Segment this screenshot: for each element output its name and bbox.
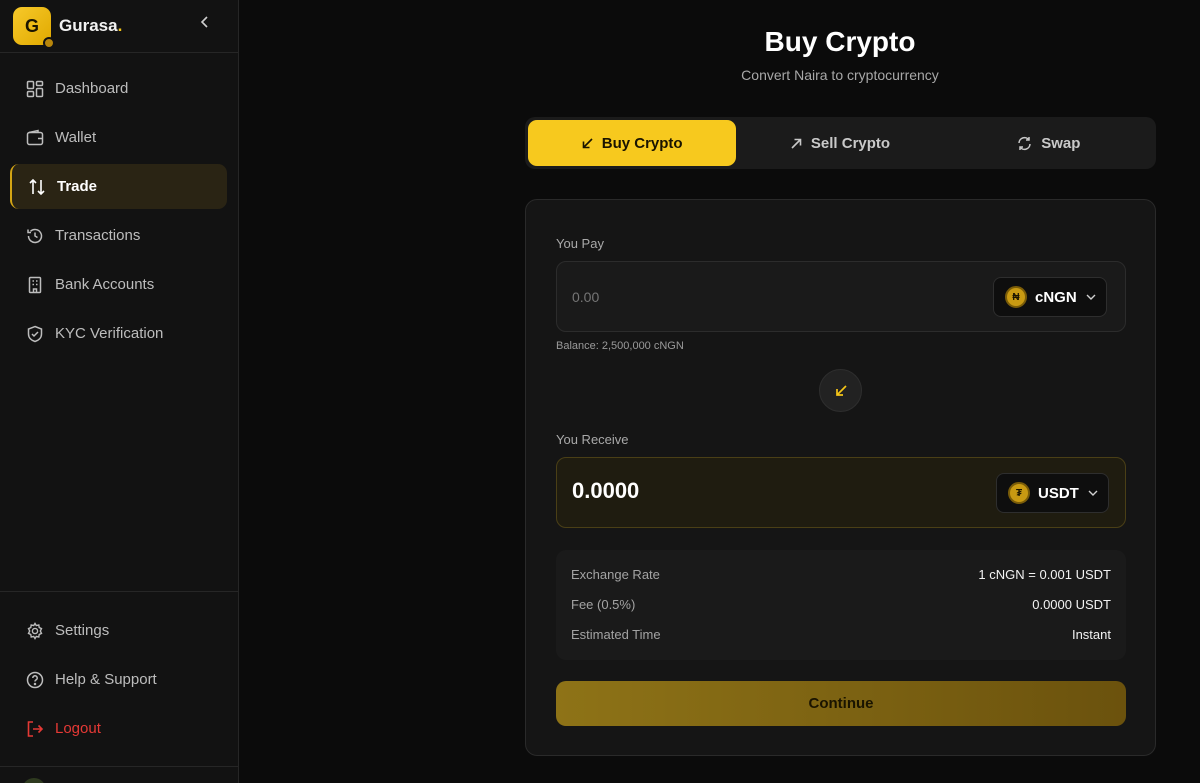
naira-coin-icon: ₦ (1005, 286, 1027, 308)
refresh-icon (1017, 136, 1032, 151)
brand-header: G Gurasa. (0, 0, 238, 53)
trade-card: You Pay ₦ cNGN Balance: 2,500,000 cNGN Y… (525, 199, 1156, 756)
brand-name-text: Gurasa (59, 16, 118, 35)
sidebar-item-label: Help & Support (55, 671, 157, 688)
brand-logo[interactable]: G (13, 7, 55, 49)
you-receive-label: You Receive (556, 432, 629, 447)
sidebar-item-help-support[interactable]: Help & Support (10, 657, 227, 702)
you-pay-label: You Pay (556, 236, 604, 251)
sidebar-item-label: KYC Verification (55, 325, 164, 342)
summary-key: Exchange Rate (571, 567, 660, 582)
gear-icon (25, 621, 45, 641)
sidebar-item-wallet[interactable]: Wallet (10, 115, 227, 160)
tab-label: Buy Crypto (601, 134, 683, 152)
bank-icon (25, 275, 45, 295)
summary-row-exchange-rate: Exchange Rate 1 cNGN = 0.001 USDT (571, 567, 1111, 582)
chevron-left-icon (200, 16, 208, 28)
sidebar-item-dashboard[interactable]: Dashboard (10, 66, 227, 111)
sidebar-item-bank-accounts[interactable]: Bank Accounts (10, 262, 227, 307)
dashboard-icon (25, 79, 45, 99)
tab-label: Sell Crypto (810, 134, 891, 152)
sidebar-bottom-nav: Settings Help & Support Logout (0, 608, 238, 755)
sidebar-item-settings[interactable]: Settings (10, 608, 227, 653)
sidebar-footer-divider (0, 766, 238, 767)
shield-check-icon (25, 324, 45, 344)
avatar[interactable] (22, 778, 46, 783)
page-subtitle: Convert Naira to cryptocurrency (741, 67, 939, 83)
sidebar: G Gurasa. Dashboard Wallet Trade Transac… (0, 0, 239, 783)
logo-dot (43, 37, 55, 49)
sidebar-item-label: Wallet (55, 129, 97, 146)
logout-icon (25, 719, 45, 739)
tab-sell-crypto[interactable]: Sell Crypto (736, 120, 944, 166)
pay-token-label: cNGN (1035, 288, 1077, 306)
chevron-down-icon (1086, 294, 1096, 300)
sidebar-item-label: Dashboard (55, 80, 129, 97)
receive-token-select[interactable]: ₮ USDT (996, 473, 1109, 513)
history-icon (25, 226, 45, 246)
pay-field: ₦ cNGN (556, 261, 1126, 332)
tab-label: Swap (1041, 134, 1081, 152)
receive-amount: 0.0000 (572, 478, 640, 503)
arrow-down-left-icon (835, 384, 847, 396)
brand-name: Gurasa. (59, 16, 122, 36)
chevron-down-icon (1088, 490, 1098, 496)
sidebar-nav: Dashboard Wallet Trade Transactions Bank… (0, 66, 238, 360)
trade-arrows-icon (27, 177, 47, 197)
summary-key: Estimated Time (571, 627, 661, 642)
summary-value: 1 cNGN = 0.001 USDT (978, 567, 1111, 582)
help-circle-icon (25, 670, 45, 690)
receive-token-label: USDT (1038, 484, 1079, 502)
pay-amount-input[interactable] (572, 262, 952, 331)
summary-row-fee: Fee (0.5%) 0.0000 USDT (571, 597, 1111, 612)
sidebar-divider (0, 591, 238, 592)
sidebar-item-logout[interactable]: Logout (10, 706, 227, 751)
continue-button[interactable]: Continue (556, 681, 1126, 726)
arrow-up-right-icon (791, 138, 802, 149)
pay-token-select[interactable]: ₦ cNGN (993, 277, 1107, 317)
sidebar-item-label: Logout (55, 720, 101, 737)
logo-letter: G (24, 15, 39, 36)
trade-summary: Exchange Rate 1 cNGN = 0.001 USDT Fee (0… (556, 550, 1126, 660)
sidebar-item-label: Bank Accounts (55, 276, 155, 293)
brand-name-dot: . (117, 16, 123, 35)
sidebar-item-trade[interactable]: Trade (10, 164, 227, 209)
pay-balance: Balance: 2,500,000 cNGN (556, 340, 684, 352)
collapse-sidebar-button[interactable] (197, 12, 213, 32)
sidebar-item-transactions[interactable]: Transactions (10, 213, 227, 258)
usdt-coin-icon: ₮ (1008, 482, 1030, 504)
sidebar-item-label: Settings (55, 622, 110, 639)
page-title: Buy Crypto (764, 26, 916, 57)
sidebar-item-label: Trade (57, 178, 98, 195)
summary-value: 0.0000 USDT (1032, 597, 1111, 612)
arrow-down-left-icon (582, 137, 593, 149)
sidebar-item-kyc-verification[interactable]: KYC Verification (10, 311, 227, 356)
tab-swap[interactable]: Swap (945, 120, 1153, 166)
wallet-icon (25, 128, 45, 148)
tab-buy-crypto[interactable]: Buy Crypto (528, 120, 737, 166)
summary-value: Instant (1071, 627, 1111, 642)
swap-direction-button[interactable] (819, 369, 862, 412)
sidebar-item-label: Transactions (55, 227, 141, 244)
summary-key: Fee (0.5%) (571, 597, 636, 612)
trade-tabs: Buy Crypto Sell Crypto Swap (525, 117, 1156, 169)
summary-row-estimated-time: Estimated Time Instant (571, 627, 1111, 642)
receive-field: 0.0000 ₮ USDT (556, 457, 1126, 528)
